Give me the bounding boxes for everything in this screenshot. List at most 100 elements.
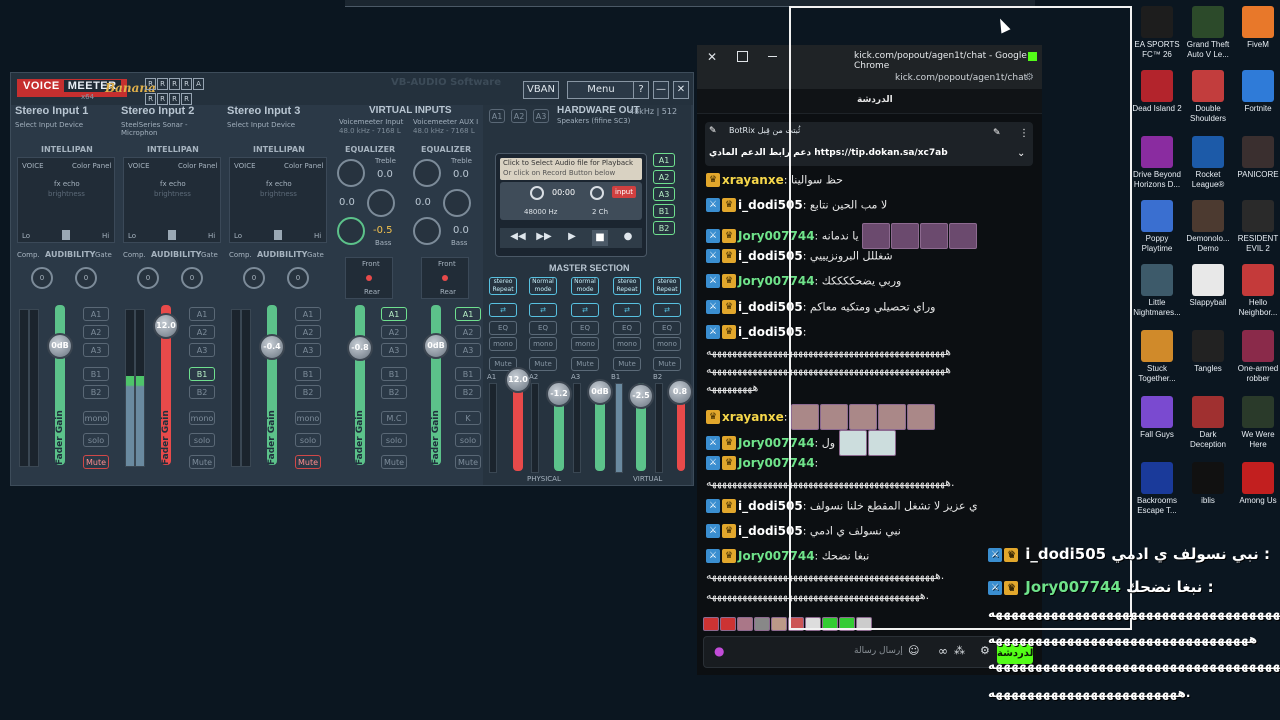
bus-swap-icon[interactable]: ⇄	[653, 303, 681, 317]
hw-a3-button[interactable]: A3	[533, 109, 549, 123]
route-b1[interactable]: B1	[455, 367, 481, 381]
emote-icon[interactable]	[771, 617, 787, 631]
solo-button[interactable]: solo	[189, 433, 215, 447]
hw-a2-button[interactable]: A2	[511, 109, 527, 123]
bus-eq-button[interactable]: EQ	[571, 321, 599, 335]
intellipan-cursor[interactable]	[168, 230, 176, 240]
rgrid-cell[interactable]: R	[157, 78, 168, 90]
mute-button[interactable]: Mute	[381, 455, 407, 469]
intellipan-cursor[interactable]	[274, 230, 282, 240]
solo-button[interactable]: solo	[381, 433, 407, 447]
chat-username[interactable]: Jory007744	[738, 274, 815, 288]
mono-button[interactable]: mono	[295, 411, 321, 425]
solo-button[interactable]: solo	[455, 433, 481, 447]
route-a1[interactable]: A1	[189, 307, 215, 321]
bus-fader-knob[interactable]: -1.2	[546, 381, 572, 407]
bus-mono-button[interactable]: mono	[613, 337, 641, 351]
bus-eq-button[interactable]: EQ	[653, 321, 681, 335]
gate-knob[interactable]: 0	[181, 267, 203, 289]
bus-mute-button[interactable]: Mute	[613, 357, 641, 371]
rgrid-cell[interactable]: R	[169, 78, 180, 90]
mute-button[interactable]: Mute	[189, 455, 215, 469]
route-a2[interactable]: A2	[381, 325, 407, 339]
chat-username[interactable]: i_dodi505	[738, 325, 803, 339]
comp-knob[interactable]: 0	[31, 267, 53, 289]
bus-eq-button[interactable]: EQ	[489, 321, 517, 335]
route-a2[interactable]: A2	[189, 325, 215, 339]
pan-dot[interactable]	[366, 275, 372, 281]
chat-message[interactable]: ⚔ ♛ i_dodi505: نبي نسولف ي ادمي	[706, 524, 1036, 538]
pinned-text[interactable]: دعم رابط الدعم المادي https://tip.dokan.…	[709, 148, 948, 158]
minimize-button[interactable]: —	[653, 81, 669, 99]
chat-placeholder[interactable]: إرسال رسالة	[854, 646, 903, 656]
route-b1[interactable]: B1	[295, 367, 321, 381]
chat-username[interactable]: i_dodi505	[738, 300, 803, 314]
intellipan-panel[interactable]: VOICE Color Panel fx echo brightness Lo …	[17, 157, 115, 243]
mc-button[interactable]: M.C	[381, 411, 407, 425]
player-input-badge[interactable]: input	[612, 186, 636, 198]
stop-icon[interactable]: ■	[592, 230, 608, 246]
route-a3[interactable]: A3	[295, 343, 321, 357]
chat-message[interactable]: ⚔ ♛ Jory007744: وربي يضحككككك	[706, 274, 1036, 288]
route-a1[interactable]: A1	[295, 307, 321, 321]
fader-knob[interactable]: -0.8	[347, 335, 373, 361]
chat-message[interactable]: ⚔ ♛ i_dodi505:	[706, 325, 1036, 339]
fader-knob[interactable]: 12.0	[153, 313, 179, 339]
chat-username[interactable]: xrayanxe	[722, 410, 784, 424]
gate-knob[interactable]: 0	[75, 267, 97, 289]
player-route-a3[interactable]: A3	[653, 187, 675, 201]
bus-mono-button[interactable]: mono	[571, 337, 599, 351]
route-a3[interactable]: A3	[189, 343, 215, 357]
emote-icon[interactable]	[737, 617, 753, 631]
desktop-icon[interactable]: FiveM	[1233, 6, 1280, 50]
route-b2[interactable]: B2	[295, 385, 321, 399]
mute-button[interactable]: Mute	[83, 455, 109, 469]
desktop-icon[interactable]: iblis	[1183, 462, 1233, 506]
rgrid-cell[interactable]: R	[169, 93, 180, 105]
treble-knob[interactable]	[413, 159, 441, 187]
desktop-icon[interactable]: Poppy Playtime	[1132, 200, 1182, 254]
more-options-icon[interactable]: ⋮	[1019, 128, 1029, 139]
chevron-down-icon[interactable]: ⌄	[1017, 148, 1025, 159]
strip-device[interactable]: SteelSeries Sonar - Microphon	[121, 121, 225, 137]
intellipan-panel[interactable]: VOICE Color Panel fx echo brightness Lo …	[123, 157, 221, 243]
desktop-icon[interactable]: Double Shoulders	[1183, 70, 1233, 124]
route-b1[interactable]: B1	[189, 367, 215, 381]
bus-swap-icon[interactable]: ⇄	[489, 303, 517, 317]
chat-username[interactable]: Jory007744	[738, 549, 815, 563]
emote-icon[interactable]	[805, 617, 821, 631]
player-route-b2[interactable]: B2	[653, 221, 675, 235]
pan-pad[interactable]: Front Rear	[421, 257, 469, 299]
bus-mode-a3[interactable]: Normal mode	[571, 277, 599, 295]
mute-button[interactable]: Mute	[455, 455, 481, 469]
bus-mode-b2[interactable]: stereo Repeat	[653, 277, 681, 295]
desktop-icon[interactable]: EA SPORTS FC™ 26	[1132, 6, 1182, 60]
rgrid-cell[interactable]: R	[145, 93, 156, 105]
route-a3[interactable]: A3	[455, 343, 481, 357]
bus-eq-button[interactable]: EQ	[613, 321, 641, 335]
bus-mute-button[interactable]: Mute	[529, 357, 557, 371]
bus-mode-a1[interactable]: stereo Repeat	[489, 277, 517, 295]
desktop-icon[interactable]: Tangles	[1183, 330, 1233, 374]
desktop-icon[interactable]: One-armed robber	[1233, 330, 1280, 384]
desktop-icon[interactable]: Fortnite	[1233, 70, 1280, 114]
site-settings-icon[interactable]: ⚙	[1025, 72, 1034, 83]
virtual-input-2-name[interactable]: Voicemeeter AUX I	[413, 118, 478, 126]
chat-message[interactable]: ⚔ ♛ Jory007744: نبغا نضحك	[706, 549, 1036, 563]
bus-fader-knob[interactable]: 0.8	[667, 379, 693, 405]
mid-knob[interactable]	[367, 189, 395, 217]
vban-button[interactable]: VBAN	[523, 81, 559, 99]
chat-username[interactable]: i_dodi505	[738, 524, 803, 538]
bus-fader-track[interactable]	[513, 383, 523, 471]
k-button[interactable]: K	[455, 411, 481, 425]
menu-button[interactable]: Menu	[567, 81, 635, 99]
route-a2[interactable]: A2	[455, 325, 481, 339]
mid-knob[interactable]	[443, 189, 471, 217]
desktop-icon[interactable]: Among Us	[1233, 462, 1280, 506]
rgrid-cell[interactable]: R	[181, 78, 192, 90]
bass-knob[interactable]	[337, 217, 365, 245]
route-a2[interactable]: A2	[295, 325, 321, 339]
chat-username[interactable]: Jory007744	[738, 456, 815, 470]
route-b1[interactable]: B1	[83, 367, 109, 381]
mono-button[interactable]: mono	[189, 411, 215, 425]
